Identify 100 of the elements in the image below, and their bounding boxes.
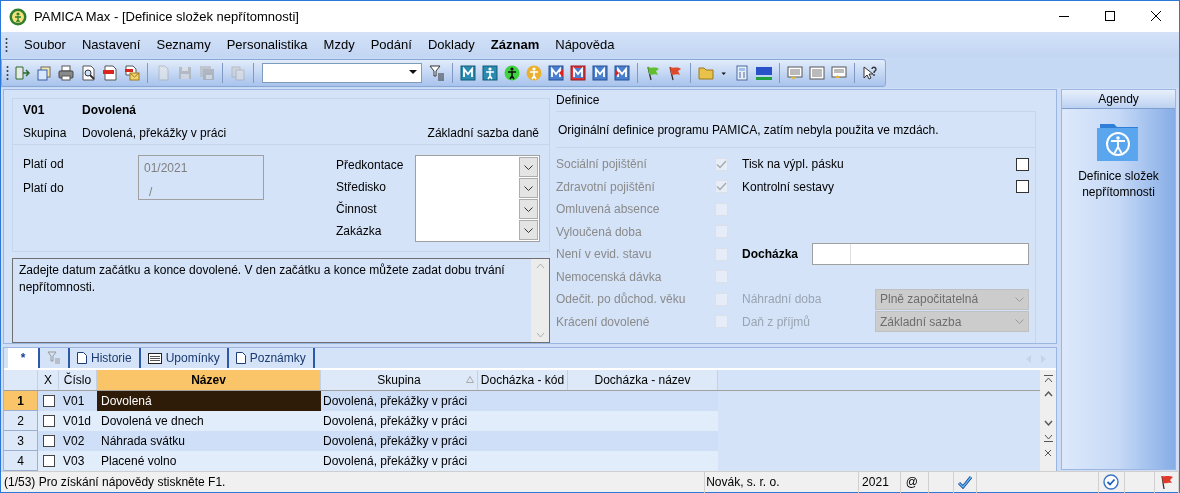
print-icon[interactable]	[57, 62, 75, 83]
row-header[interactable]: 2	[4, 411, 38, 431]
table-cell: Náhrada svátku	[97, 431, 321, 451]
column-header[interactable]: Docházka - kód	[478, 370, 568, 390]
chevron-down-icon	[524, 227, 534, 233]
sort-icon	[466, 376, 474, 383]
person-tile-icon[interactable]	[481, 62, 499, 83]
attendance-field[interactable]	[812, 243, 1029, 266]
row-header[interactable]: 4	[4, 451, 38, 471]
checkbox[interactable]	[1016, 180, 1029, 194]
column-header[interactable]: Skupina	[321, 370, 478, 390]
row-header[interactable]: 1	[4, 391, 38, 411]
table-cell: V03	[59, 451, 97, 471]
table-cell: V02	[59, 431, 97, 451]
scroll-up-icon[interactable]	[1043, 390, 1053, 398]
column-header[interactable]: Název	[97, 370, 321, 390]
document-icon	[77, 352, 87, 364]
filter-icon[interactable]	[428, 62, 446, 83]
scroll-bottom-icon[interactable]	[1043, 434, 1053, 442]
column-header[interactable]: Číslo	[59, 370, 97, 390]
scroll-top-icon[interactable]	[1043, 375, 1053, 383]
menu-item[interactable]: Nápověda	[549, 34, 621, 55]
dropdown-button[interactable]	[519, 178, 539, 198]
table-cell: Dovolená	[97, 391, 321, 411]
pdf-icon[interactable]	[101, 62, 119, 83]
menu-item[interactable]: Podání	[364, 34, 418, 55]
tab[interactable]: Historie	[70, 348, 141, 368]
accounting-label: Předkontace	[336, 157, 404, 174]
app-icon	[9, 7, 27, 26]
record-name: Dovolená	[82, 102, 136, 119]
m-tile-icon[interactable]	[613, 62, 631, 83]
m-tile-icon[interactable]	[591, 62, 609, 83]
m-tile-icon[interactable]	[459, 62, 477, 83]
flag-label: Není v evid. stavu	[556, 246, 653, 264]
tab[interactable]: *	[8, 348, 40, 368]
accounting-label: Činnost	[336, 200, 378, 218]
flag-label: Krácení dovolené	[556, 313, 651, 331]
caret-icon[interactable]	[409, 70, 417, 75]
tab[interactable]: Upomínky	[140, 348, 229, 368]
checkbox[interactable]	[42, 415, 55, 427]
menu-item[interactable]: Mzdy	[317, 34, 361, 55]
description-text: Zadejte datum začátku a konce dovolené. V den začátku a konce můžete zadat dobu trvání nepřítomnosti.	[18, 262, 506, 296]
calculator-icon[interactable]	[733, 62, 751, 83]
dropdown-button[interactable]	[519, 220, 539, 240]
m-tile-icon[interactable]	[547, 62, 565, 83]
maximize-icon	[1104, 11, 1116, 22]
valid-to-label: Platí do	[23, 180, 65, 197]
attendance-label: Docházka	[742, 246, 800, 264]
table-cell: Placené volno	[97, 451, 321, 471]
list-icon	[147, 352, 162, 364]
status-year: 2021	[858, 471, 900, 493]
gripper-icon	[6, 64, 9, 81]
m-tile-icon[interactable]	[569, 62, 587, 83]
menu-item[interactable]: Personalistika	[220, 34, 314, 55]
table-cell: Dovolená, překážky v práci	[321, 411, 478, 431]
pdf-mail-icon[interactable]	[123, 62, 141, 83]
select-label: Daň z příjmů	[742, 313, 812, 331]
dropdown-button[interactable]	[519, 157, 539, 177]
close-icon	[1150, 11, 1162, 22]
group-label: Skupina	[23, 125, 68, 142]
definition-title: Definice	[556, 92, 601, 109]
menu-item[interactable]: Doklady	[421, 34, 481, 55]
row-header[interactable]: 3	[4, 431, 38, 451]
status-hint: (1/53) Pro získání nápovědy stiskněte F1.	[3, 474, 227, 491]
option-label: Tisk na výpl. pásku	[742, 156, 844, 174]
menu-item[interactable]: Záznam	[484, 34, 546, 55]
menu-item[interactable]: Soubor	[18, 34, 72, 55]
checkbox[interactable]	[42, 435, 55, 447]
agenda-item[interactable]: Definice složek nepřítomnosti	[1068, 122, 1169, 200]
column-header[interactable]: Docházka - název	[568, 370, 718, 390]
accounting-label: Středisko	[336, 179, 388, 196]
check-pencil-icon[interactable]	[956, 475, 973, 489]
flag-label: Vyloučená doba	[556, 223, 643, 241]
table-cell: Dovolená, překážky v práci	[321, 391, 478, 411]
chevron-down-icon	[1015, 319, 1024, 325]
tax-rate-label: Základní sazba daně	[427, 125, 539, 142]
scroll-down-icon[interactable]	[1043, 419, 1053, 427]
column-header[interactable]: X	[38, 370, 59, 390]
status-at: @	[899, 471, 928, 493]
accounting-list[interactable]	[415, 155, 541, 242]
tab[interactable]: Poznámky	[228, 348, 315, 368]
flag-label: Sociální pojištění	[556, 156, 648, 174]
agenda-header[interactable]: Agendy	[1062, 90, 1175, 109]
menu-item[interactable]: Seznamy	[150, 34, 217, 55]
flag-label: Odečit. po důchod. věku	[556, 291, 687, 309]
gripper-icon	[5, 36, 8, 53]
table-cell: V01	[59, 391, 97, 411]
flag-label: Zdravotní pojištění	[556, 178, 656, 196]
menu-item[interactable]: Nastavení	[75, 34, 147, 55]
checkbox[interactable]	[1016, 157, 1029, 171]
checkbox[interactable]	[42, 395, 55, 407]
chevron-down-icon	[524, 206, 534, 212]
print-preview-icon[interactable]	[79, 62, 97, 83]
table-cell: Dovolená, překážky v práci	[321, 431, 478, 451]
flag-icon[interactable]	[1158, 474, 1175, 490]
check-circle-icon[interactable]	[1103, 474, 1120, 490]
dropdown-button[interactable]	[519, 199, 539, 219]
window-title: PAMICA Max - [Definice složek nepřítomnosti]	[34, 7, 299, 26]
checkbox[interactable]	[42, 455, 55, 467]
resize-icon[interactable]	[1044, 449, 1052, 457]
